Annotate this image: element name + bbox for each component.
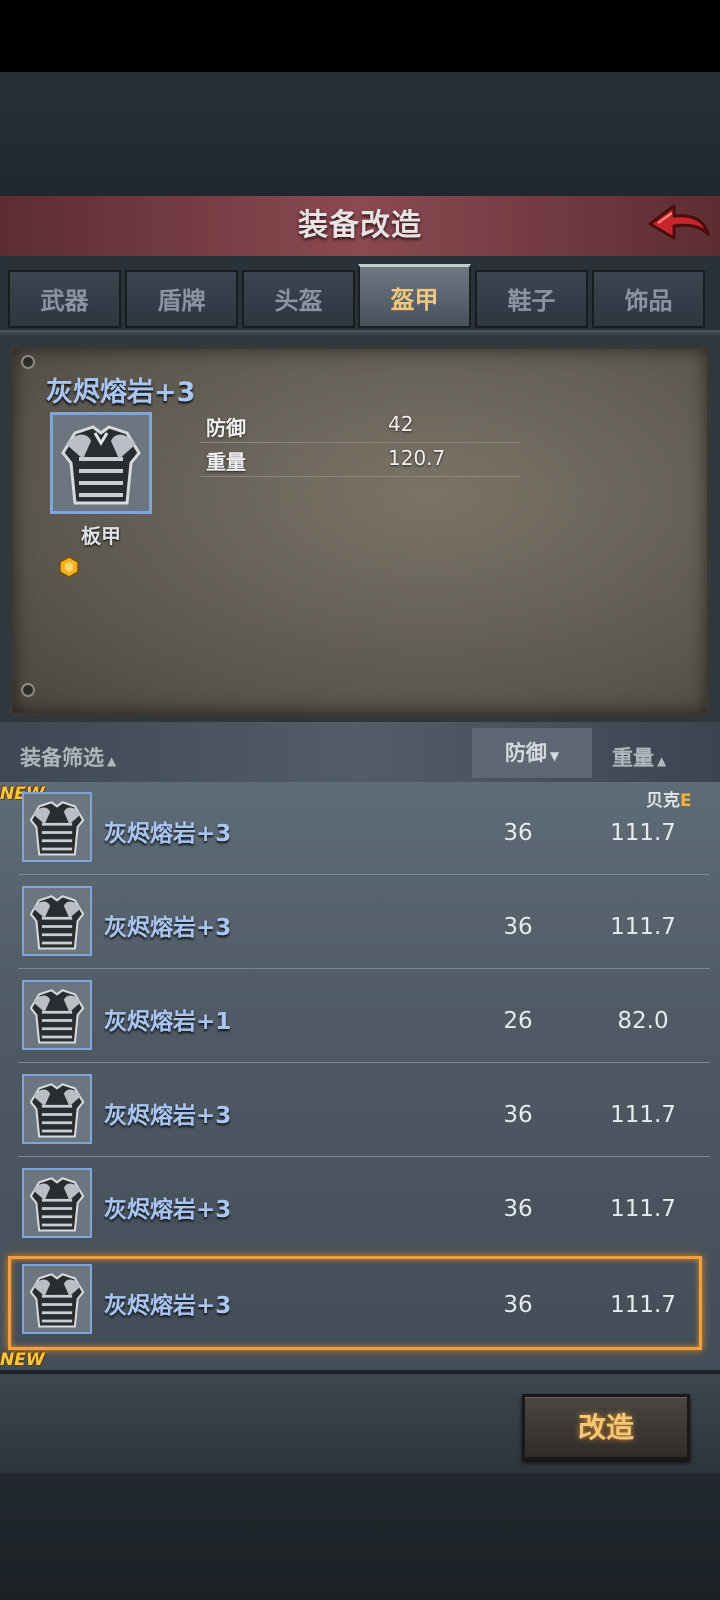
armor-icon[interactable] [22, 980, 92, 1050]
row-item-name[interactable]: 灰烬熔岩+3 [104, 1190, 231, 1224]
sort-up-icon: ▲ [657, 754, 667, 768]
row-divider [18, 874, 710, 875]
armor-icon[interactable] [50, 412, 152, 514]
row-divider [18, 1156, 710, 1157]
tab-boots[interactable]: 鞋子 [475, 270, 588, 328]
equipped-by-suffix: E [680, 791, 692, 811]
gem-slot-icon [59, 556, 79, 578]
armor-icon[interactable] [22, 886, 92, 956]
row-defense: 26 [503, 1008, 533, 1034]
sort-up-icon: ▲ [107, 754, 117, 768]
row-defense: 36 [503, 914, 533, 940]
sort-down-icon: ▼ [549, 749, 560, 763]
filter-label: 装备筛选 [20, 746, 104, 770]
category-tabs: 武器 盾牌 头盔 盔甲 鞋子 饰品 [0, 256, 720, 336]
row-item-name[interactable]: 灰烬熔岩+3 [104, 908, 231, 942]
armor-icon[interactable] [22, 1264, 92, 1334]
screen: 装备改造 武器 盾牌 头盔 盔甲 鞋子 饰品 灰烬熔岩+3 板甲 防御 42 重… [0, 0, 720, 1600]
row-item-name[interactable]: 灰烬熔岩+3 [104, 1286, 231, 1320]
modify-button[interactable]: 改造 [522, 1394, 690, 1460]
tab-weapon[interactable]: 武器 [8, 270, 121, 328]
stat-label-weight: 重量 [206, 450, 246, 474]
armor-icon[interactable] [22, 792, 92, 862]
row-divider [18, 1062, 710, 1063]
stat-value-defense: 42 [388, 412, 414, 436]
status-bar [0, 0, 720, 72]
equipped-by-tag: 贝克E [646, 786, 692, 811]
sort-defense-button[interactable]: 防御 ▼ [472, 728, 592, 778]
row-defense: 36 [503, 1102, 533, 1128]
row-item-name[interactable]: 灰烬熔岩+3 [104, 814, 231, 848]
title-banner: 装备改造 [0, 196, 720, 258]
row-item-name[interactable]: 灰烬熔岩+1 [104, 1002, 231, 1036]
row-defense: 36 [503, 820, 533, 846]
sort-defense-label: 防御 [504, 741, 547, 765]
row-weight: 111.7 [610, 1292, 676, 1318]
item-name: 灰烬熔岩+3 [46, 377, 196, 408]
tab-armor[interactable]: 盔甲 [358, 264, 471, 328]
sort-weight-label: 重量 [612, 746, 654, 770]
background-top [0, 72, 720, 196]
sort-weight-button[interactable]: 重量 ▲ [612, 742, 666, 772]
tab-helmet[interactable]: 头盔 [242, 270, 355, 328]
row-weight: 111.7 [610, 1196, 676, 1222]
tab-accessory[interactable]: 饰品 [592, 270, 705, 328]
item-type-label: 板甲 [81, 524, 121, 548]
stat-label-defense: 防御 [206, 416, 246, 440]
row-weight: 111.7 [610, 1102, 676, 1128]
page-title: 装备改造 [298, 208, 422, 243]
row-weight: 82.0 [617, 1008, 669, 1034]
filter-button[interactable]: 装备筛选 ▲ [20, 742, 116, 772]
stat-divider [200, 476, 520, 477]
tab-shield[interactable]: 盾牌 [125, 270, 238, 328]
row-defense: 36 [503, 1196, 533, 1222]
armor-icon[interactable] [22, 1074, 92, 1144]
stat-value-weight: 120.7 [388, 446, 446, 470]
row-weight: 111.7 [610, 820, 676, 846]
row-defense: 36 [503, 1292, 533, 1318]
row-weight: 111.7 [610, 914, 676, 940]
equipped-by-name: 贝克 [646, 791, 680, 811]
row-item-name[interactable]: 灰烬熔岩+3 [104, 1096, 231, 1130]
row-divider [18, 968, 710, 969]
new-badge: NEW [0, 1350, 45, 1370]
rivet-icon [21, 683, 35, 697]
back-arrow-icon[interactable] [644, 200, 714, 252]
background-bottom [0, 1473, 720, 1600]
armor-icon[interactable] [22, 1168, 92, 1238]
rivet-icon [21, 355, 35, 369]
stat-divider [200, 442, 520, 443]
